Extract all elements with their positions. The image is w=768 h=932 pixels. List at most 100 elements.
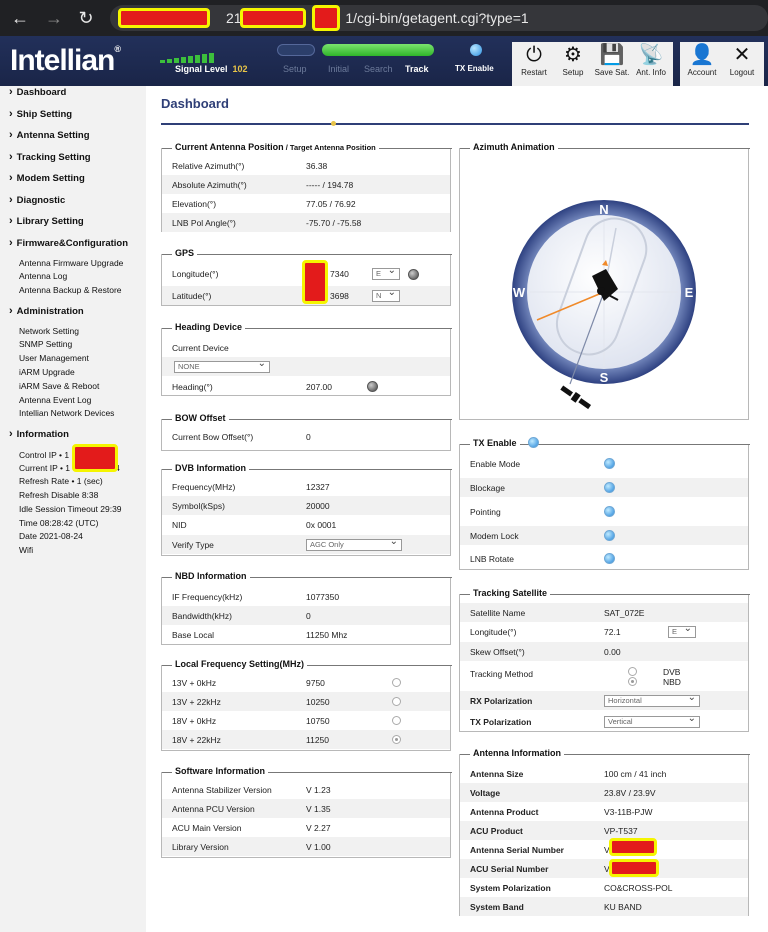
signal-level-value: 102 <box>232 64 248 74</box>
info-date: Date 2021-08-24 <box>19 531 83 541</box>
sidebar-item-antenna-firmware-upgrade[interactable]: Antenna Firmware Upgrade <box>19 258 123 268</box>
sidebar-item-firmware-configuration[interactable]: Firmware&Configuration <box>9 237 128 249</box>
table-row: Tracking Method <box>470 669 533 679</box>
sidebar-item-user-management[interactable]: User Management <box>19 353 89 363</box>
local-freq-radio-13v-22k[interactable] <box>392 697 401 706</box>
sidebar-item-tracking-setting[interactable]: Tracking Setting <box>9 151 91 163</box>
info-wifi: Wifi <box>19 545 34 555</box>
table-row: Longitude(°) 72.1 <box>470 627 621 637</box>
forward-arrow-icon[interactable]: → <box>42 6 66 30</box>
tracking-method-nbd-label: NBD <box>663 677 681 687</box>
sidebar-item-modem-setting[interactable]: Modem Setting <box>9 172 85 184</box>
local-frequency-title: Local Frequency Setting(MHz) <box>172 659 308 669</box>
restart-button[interactable]: ⏻ Restart <box>512 42 556 86</box>
compass-east-label: E <box>685 285 694 300</box>
table-row: Heading(°) 207.00 <box>172 382 332 392</box>
table-row: LNB Pol Angle(°) -75.70 / -75.58 <box>162 213 450 232</box>
floppy-disk-icon: 💾 <box>599 44 625 66</box>
table-row: Current Bow Offset(°) 0 <box>172 432 311 442</box>
sidebar-item-information[interactable]: Information <box>9 428 69 440</box>
table-row: Elevation(°) 77.05 / 76.92 <box>172 199 356 209</box>
gps-title: GPS <box>172 248 198 258</box>
nbd-info-panel: NBD Information IF Frequency(kHz) 1077350… <box>161 571 452 645</box>
table-row: Antenna Product V3-11B-PJW <box>470 807 653 817</box>
title-divider <box>161 123 749 125</box>
table-row: Antenna Stabilizer Version V 1.23 <box>172 785 331 795</box>
app-header: Intellian® Signal Level 102 Setup Initia… <box>0 36 768 86</box>
verify-type-select[interactable]: AGC Only <box>306 537 402 551</box>
local-freq-radio-18v-0k[interactable] <box>392 716 401 725</box>
save-sat-button[interactable]: 💾 Save Sat. <box>590 42 634 86</box>
tx-enable-indicator-icon <box>470 44 482 56</box>
rx-polarization-select[interactable]: Horizontal <box>604 693 700 707</box>
lnb-rotate-status-icon <box>604 553 615 564</box>
antenna-position-title: Current Antenna Position / Target Antenn… <box>172 142 379 152</box>
stage-initial-label: Initial <box>328 64 350 74</box>
sidebar-item-snmp-setting[interactable]: SNMP Setting <box>19 339 72 349</box>
sidebar-item-ship-setting[interactable]: Ship Setting <box>9 108 72 120</box>
signal-level-bars-icon <box>160 53 214 63</box>
heading-status-icon <box>367 381 378 392</box>
software-info-title: Software Information <box>172 766 269 776</box>
sidebar-item-antenna-setting[interactable]: Antenna Setting <box>9 129 90 141</box>
table-row: 13V + 22kHz 10250 <box>162 692 450 711</box>
sidebar-item-library-setting[interactable]: Library Setting <box>9 215 84 227</box>
redaction-mark <box>609 859 659 877</box>
local-freq-radio-18v-22k[interactable] <box>392 735 401 744</box>
pointing-status-icon <box>604 506 615 517</box>
browser-toolbar: ← → ↻ 2161/cgi-bin/getagent.cgi?type=1 <box>0 0 768 36</box>
dvb-info-title: DVB Information <box>172 463 249 473</box>
table-row: NID 0x 0001 <box>172 520 337 530</box>
intellian-logo: Intellian® <box>10 44 121 77</box>
antenna-info-title: Antenna Information <box>470 748 564 758</box>
sidebar-item-dashboard[interactable]: Dashboard <box>9 86 67 98</box>
heading-device-title: Heading Device <box>172 322 246 332</box>
logout-button[interactable]: ✕ Logout <box>720 42 764 86</box>
sidebar-item-diagnostic[interactable]: Diagnostic <box>9 194 66 206</box>
software-info-panel: Software Information Antenna Stabilizer … <box>161 766 452 858</box>
table-row: Library Version V 1.00 <box>162 837 450 856</box>
gear-icon: ⚙ <box>564 44 582 66</box>
sidebar-item-intellian-network-devices[interactable]: Intellian Network Devices <box>19 408 114 418</box>
longitude-direction-select[interactable]: E <box>372 266 400 280</box>
compass-north-label: N <box>599 202 608 217</box>
latitude-direction-select[interactable]: N <box>372 288 400 302</box>
reload-icon[interactable]: ↻ <box>74 6 98 30</box>
sidebar-item-antenna-backup-restore[interactable]: Antenna Backup & Restore <box>19 285 122 295</box>
bow-offset-title: BOW Offset <box>172 413 229 423</box>
setup-button[interactable]: ⚙ Setup <box>551 42 595 86</box>
info-idle-timeout: Idle Session Timeout 29:39 <box>19 504 122 514</box>
ant-info-button[interactable]: 📡 Ant. Info <box>629 42 673 86</box>
heading-device-select[interactable]: NONE <box>174 359 270 373</box>
sidebar-item-antenna-log[interactable]: Antenna Log <box>19 271 67 281</box>
sidebar-item-antenna-event-log[interactable]: Antenna Event Log <box>19 395 91 405</box>
table-row: ACU Serial Number V <box>460 859 748 878</box>
url-suffix: 1/cgi-bin/getagent.cgi?type=1 <box>345 10 529 26</box>
tx-polarization-select[interactable]: Vertical <box>604 714 700 728</box>
sidebar-item-administration[interactable]: Administration <box>9 305 84 317</box>
local-frequency-panel: Local Frequency Setting(MHz) 13V + 0kHz 9… <box>161 659 452 751</box>
enable-mode-status-icon <box>604 458 615 469</box>
table-row: 13V + 0kHz 9750 <box>172 678 325 688</box>
sidebar-item-iarm-upgrade[interactable]: iARM Upgrade <box>19 367 75 377</box>
satellite-longitude-direction-select[interactable]: E <box>668 624 696 638</box>
redaction-mark <box>240 8 306 28</box>
sidebar-item-network-setting[interactable]: Network Setting <box>19 326 79 336</box>
signal-level-label: Signal Level 102 <box>175 64 248 74</box>
account-button[interactable]: 👤 Account <box>680 42 724 86</box>
tracking-method-dvb-label: DVB <box>663 667 681 677</box>
satellite-dish-icon: 📡 <box>638 44 664 66</box>
tracking-method-dvb-radio[interactable] <box>628 667 637 676</box>
tracking-method-nbd-radio[interactable] <box>628 677 637 686</box>
redaction-mark <box>72 444 118 472</box>
info-refresh-disable[interactable]: Refresh Disable 8:38 <box>19 490 98 500</box>
table-row: Base Local 11250 Mhz <box>172 630 348 640</box>
power-icon: ⏻ <box>526 44 542 66</box>
table-row: Current Device <box>172 343 229 353</box>
table-row: Satellite Name SAT_072E <box>460 603 748 622</box>
table-row: Frequency(MHz) 12327 <box>172 482 330 492</box>
sidebar-item-iarm-save-reboot[interactable]: iARM Save & Reboot <box>19 381 99 391</box>
local-freq-radio-13v-0k[interactable] <box>392 678 401 687</box>
back-arrow-icon[interactable]: ← <box>8 6 32 30</box>
redaction-mark <box>609 838 657 856</box>
